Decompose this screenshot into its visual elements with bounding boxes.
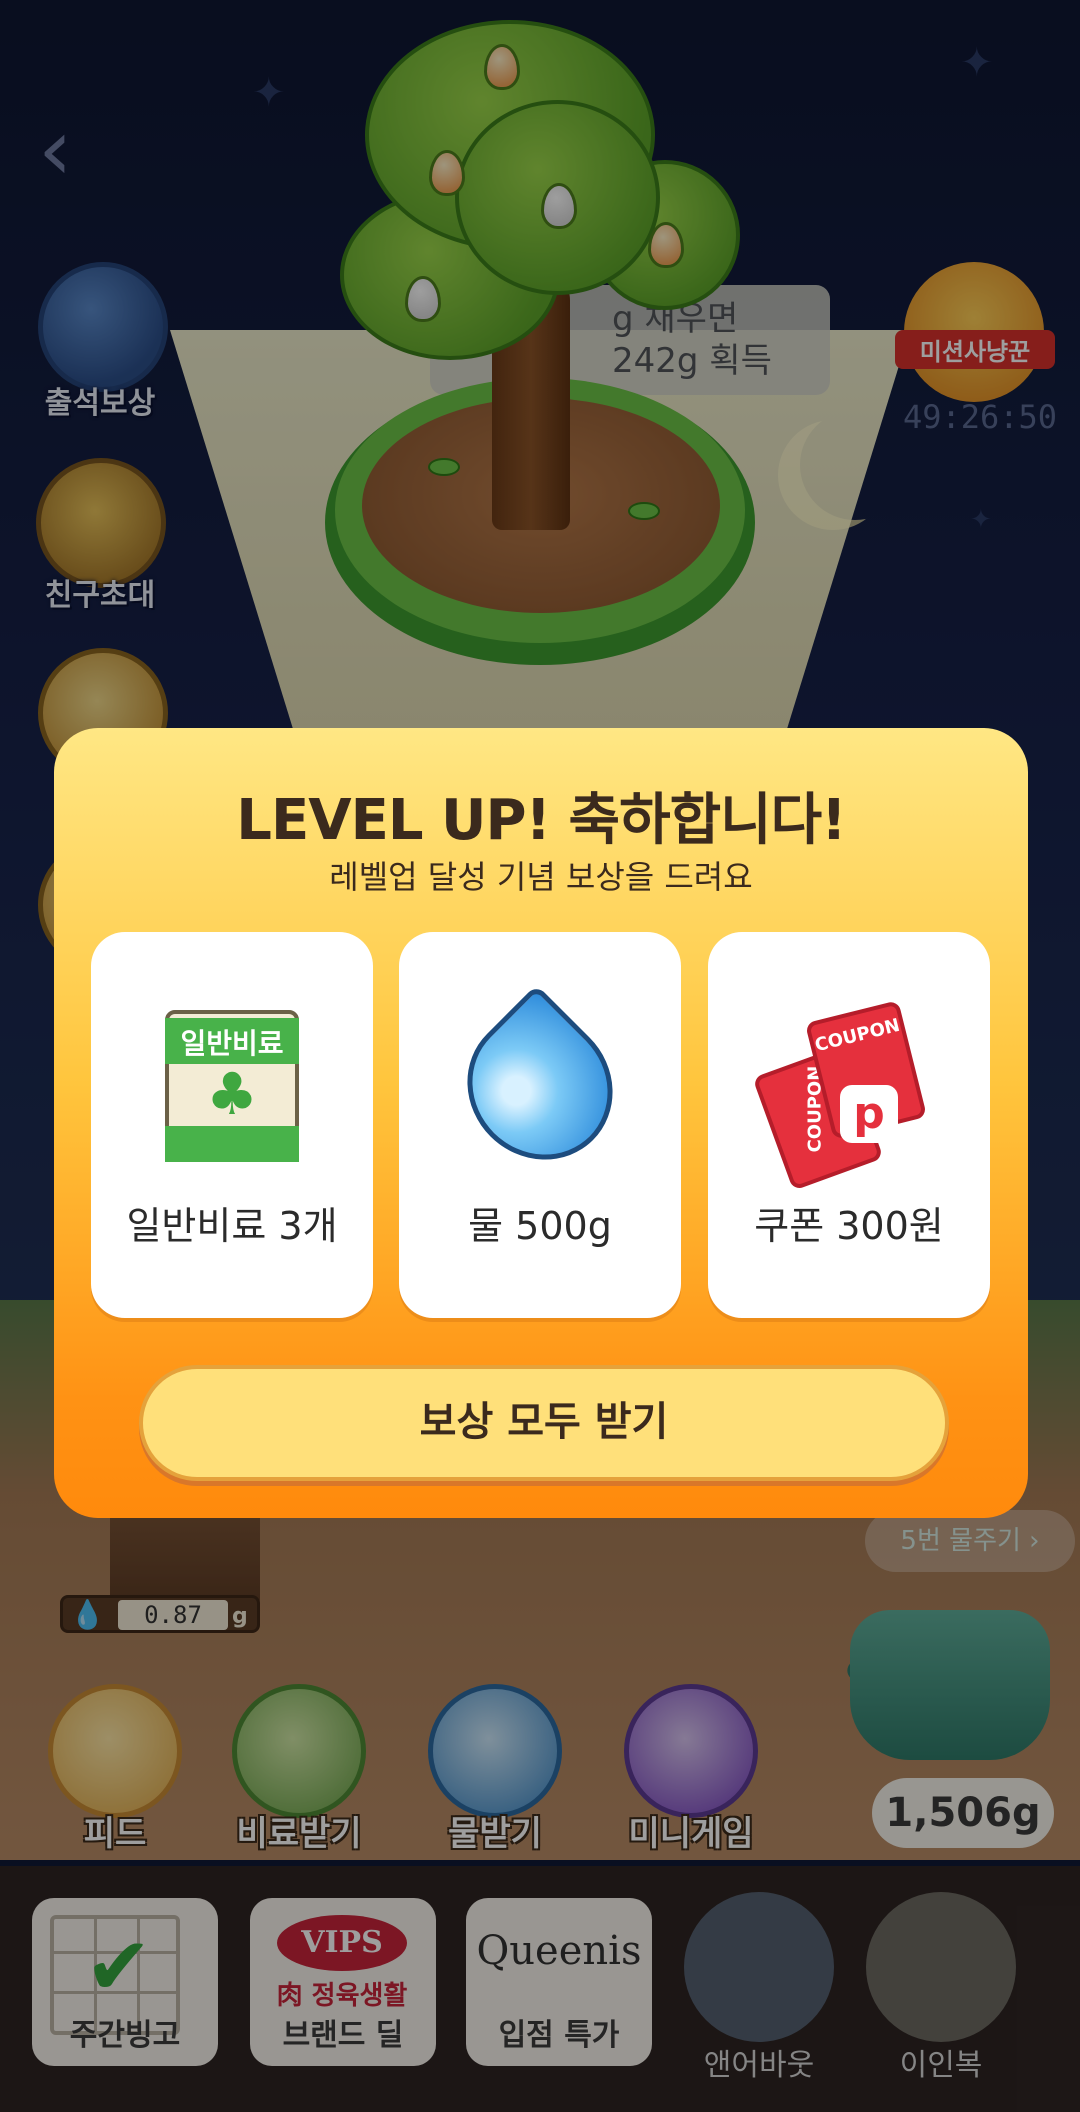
modal-subtitle: 레벨업 달성 기념 보상을 드려요 [329,858,753,896]
modal-title: LEVEL UP! 축하합니다! [236,788,846,853]
reward-coupon-label: 쿠폰 300원 [754,1204,944,1248]
fertilizer-bag-text: 일반비료 [180,1027,284,1060]
fertilizer-bag-bottom [165,1126,299,1162]
reward-water-label: 물 500g [468,1204,612,1248]
claim-all-rewards-button[interactable]: 보상 모두 받기 [139,1365,949,1481]
coupon-brand-icon: p [840,1085,898,1143]
coupon-text: COUPON [812,1014,903,1057]
reward-fertilizer-label: 일반비료 3개 [126,1204,338,1248]
sprout-icon: ♣ [206,1060,258,1128]
